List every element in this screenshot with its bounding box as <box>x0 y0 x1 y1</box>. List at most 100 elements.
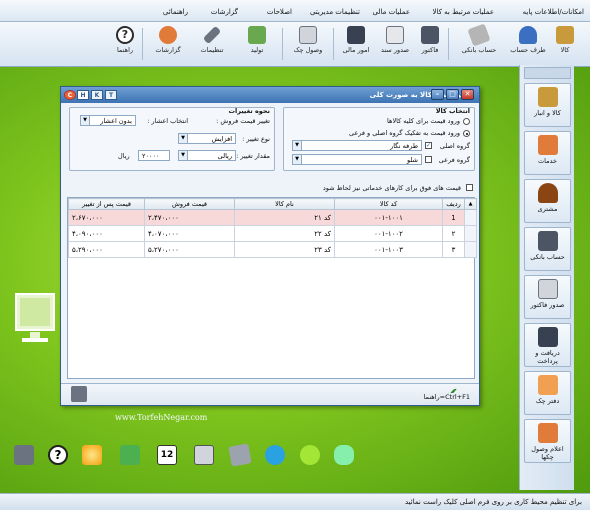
notes-icon[interactable] <box>228 443 252 467</box>
sub-group-checkbox[interactable] <box>425 156 432 163</box>
header-row-no[interactable]: ردیف <box>442 198 465 210</box>
toolbar-voucher-button[interactable]: صدور سند <box>378 26 412 62</box>
panel-customer-button[interactable]: مشتری <box>524 179 571 223</box>
change-amount-label: مقدار تغییر : <box>236 152 270 160</box>
toolbar-settings-button[interactable]: تنظیمات <box>193 25 231 62</box>
scrollbar-track[interactable] <box>464 241 477 258</box>
website-watermark: www.TorfehNegar.com <box>115 413 208 422</box>
scrollbar-track[interactable] <box>464 225 477 242</box>
header-sale-price[interactable]: قیمت فروش <box>144 198 235 210</box>
amount-unit-label: ریال <box>118 152 130 160</box>
menu-goods-ops[interactable]: عملیات مرتبط به کالا <box>432 8 494 16</box>
panel-payment-button[interactable]: دریافت و پرداخت <box>524 323 571 367</box>
toolbar-party-button[interactable]: طرف حساب <box>510 26 546 62</box>
help-button-k[interactable]: K <box>91 90 103 100</box>
menu-reports[interactable]: گزارشات <box>211 8 238 16</box>
change-type-label: نوع تغییر : <box>242 135 270 143</box>
decimal-combo[interactable]: بدون اعشار ▼ <box>80 115 136 126</box>
services-checkbox[interactable] <box>466 184 473 191</box>
radio-by-group[interactable] <box>463 130 470 137</box>
help-icon[interactable]: ? <box>48 445 68 465</box>
menu-corrections[interactable]: اصلاحات <box>267 8 292 16</box>
production-icon <box>248 26 266 44</box>
check-receipt-icon <box>537 423 558 443</box>
toolbar-help-button[interactable]: ? راهنما <box>110 26 140 62</box>
maximize-button[interactable]: □ <box>446 89 459 100</box>
exit-icon[interactable] <box>14 445 34 465</box>
menu-admin-settings[interactable]: تنظیمات مدیریتی <box>310 8 360 16</box>
phone-icon[interactable] <box>120 445 140 465</box>
cell-row-no: 1 <box>442 209 465 226</box>
menu-basic-info[interactable]: امکانات/اطلاعات پایه <box>523 8 584 16</box>
app-logo-icon: C <box>64 90 76 100</box>
table-row[interactable]: ۵،۲۹۰،۰۰۰ ۵،۲۷۰،۰۰۰ کد ۲۳ ۰۰۱-۱۰۰۳ ۳ <box>68 241 477 258</box>
scrollbar-track[interactable] <box>464 209 477 226</box>
weather-icon[interactable] <box>82 445 102 465</box>
menu-financial-ops[interactable]: عملیات مالی <box>373 8 410 16</box>
header-item-name[interactable]: نام کالا <box>234 198 335 210</box>
menu-help[interactable]: راهنمائی <box>163 8 188 16</box>
price-change-label: تغییر قیمت فروش : <box>216 117 270 125</box>
minimize-button[interactable]: – <box>431 89 444 100</box>
chevron-down-icon: ▼ <box>293 141 302 150</box>
settings-icon <box>202 25 222 45</box>
chevron-down-icon: ▼ <box>179 134 188 143</box>
cell-item-name: کد ۲۱ <box>234 209 335 226</box>
cell-item-name: کد ۲۳ <box>234 241 335 258</box>
dialog-title-bar: تغییر قیمت کالا به صورت کلی H K T C – □ … <box>61 87 479 103</box>
price-change-dialog: تغییر قیمت کالا به صورت کلی H K T C – □ … <box>60 86 480 406</box>
cell-row-no: ۳ <box>442 241 465 258</box>
panel-warehouse-button[interactable]: کالا و انبار <box>524 83 571 127</box>
toolbar-invoice-button[interactable]: فاکتور <box>414 26 446 62</box>
table-row[interactable]: ۲،۶۷۰،۰۰۰ ۲،۴۷۰،۰۰۰ کد ۲۱ ۰۰۱-۱۰۰۱ 1 <box>68 209 477 226</box>
panel-bank-button[interactable]: حساب بانکی <box>524 227 571 271</box>
panel-checkbook-button[interactable]: دفتر چک <box>524 371 571 415</box>
select-goods-group: انتخاب کالا ورود قیمت برای کلیه کالاها و… <box>283 107 475 171</box>
telegram-icon[interactable] <box>265 445 285 465</box>
cell-sale-price: ۵،۲۷۰،۰۰۰ <box>144 241 235 258</box>
document-icon <box>386 26 404 44</box>
amount-type-combo[interactable]: ریالی ▼ <box>178 150 236 161</box>
cell-new-price: ۲،۶۷۰،۰۰۰ <box>68 209 145 226</box>
sub-group-combo[interactable]: شلو ▼ <box>292 154 422 165</box>
close-button[interactable]: ✕ <box>461 89 474 100</box>
finance-icon <box>347 26 365 44</box>
exit-door-icon[interactable] <box>71 386 87 402</box>
cell-item-code: ۰۰۱-۱۰۰۲ <box>334 225 443 242</box>
calendar-icon[interactable]: 12 <box>157 445 177 465</box>
cosmetic-icon[interactable] <box>300 445 320 465</box>
toolbar-reports-button[interactable]: گزارشات <box>148 26 188 62</box>
change-method-group: نحوه تغییرات تغییر قیمت فروش : انتخاب اع… <box>69 107 275 171</box>
main-group-combo[interactable]: طرفه نگار ▼ <box>292 140 422 151</box>
amount-input[interactable]: ۲۰۰۰۰ <box>138 150 170 161</box>
header-new-price[interactable]: قیمت پس از تغییر <box>68 198 145 210</box>
help-button-h[interactable]: H <box>77 90 89 100</box>
toolbar-production-button[interactable]: تولید <box>235 26 279 62</box>
radio-all-goods[interactable] <box>463 118 470 125</box>
services-icon <box>537 135 558 155</box>
toolbar-bank-account-button[interactable]: حساب بانکی <box>455 23 503 62</box>
main-toolbar: کالا طرف حساب حساب بانکی فاکتور صدور سند… <box>0 22 590 67</box>
sub-group-label: گروه فرعی <box>438 156 470 164</box>
table-row[interactable]: ۴،۰۹۰،۰۰۰ ۴،۰۷۰،۰۰۰ کد ۲۲ ۰۰۱-۱۰۰۲ ۲ <box>68 225 477 242</box>
radio-by-group-label: ورود قیمت به تفکیک گروه اصلی و فرعی <box>349 129 460 137</box>
select-goods-legend: انتخاب کالا <box>435 107 470 115</box>
panel-invoice-button[interactable]: صدور فاکتور <box>524 275 571 319</box>
toolbar-check-collect-button[interactable]: وصول چک <box>288 26 328 62</box>
panel-services-button[interactable]: خدمات <box>524 131 571 175</box>
toolbar-goods-button[interactable]: کالا <box>548 26 582 62</box>
toolbar-finance-button[interactable]: امور مالی <box>338 26 374 62</box>
price-grid: قیمت پس از تغییر قیمت فروش نام کالا کد ک… <box>67 197 477 379</box>
change-type-combo[interactable]: افزایش ▼ <box>178 133 236 144</box>
reports-icon <box>159 26 177 44</box>
cell-item-code: ۰۰۱-۱۰۰۳ <box>334 241 443 258</box>
header-item-code[interactable]: کد کالا <box>334 198 443 210</box>
main-group-checkbox[interactable]: ✓ <box>425 142 432 149</box>
panel-check-receipt-button[interactable]: اعلام وصول چکها <box>524 419 571 463</box>
help-button-t[interactable]: T <box>105 90 117 100</box>
calculator-icon[interactable] <box>194 445 214 465</box>
check-icon <box>299 26 317 44</box>
header-scroll-up[interactable]: ▲ <box>464 198 477 210</box>
app-icon[interactable] <box>334 445 354 465</box>
right-shortcut-panel: کالا و انبار خدمات مشتری حساب بانکی صدور… <box>519 65 574 490</box>
